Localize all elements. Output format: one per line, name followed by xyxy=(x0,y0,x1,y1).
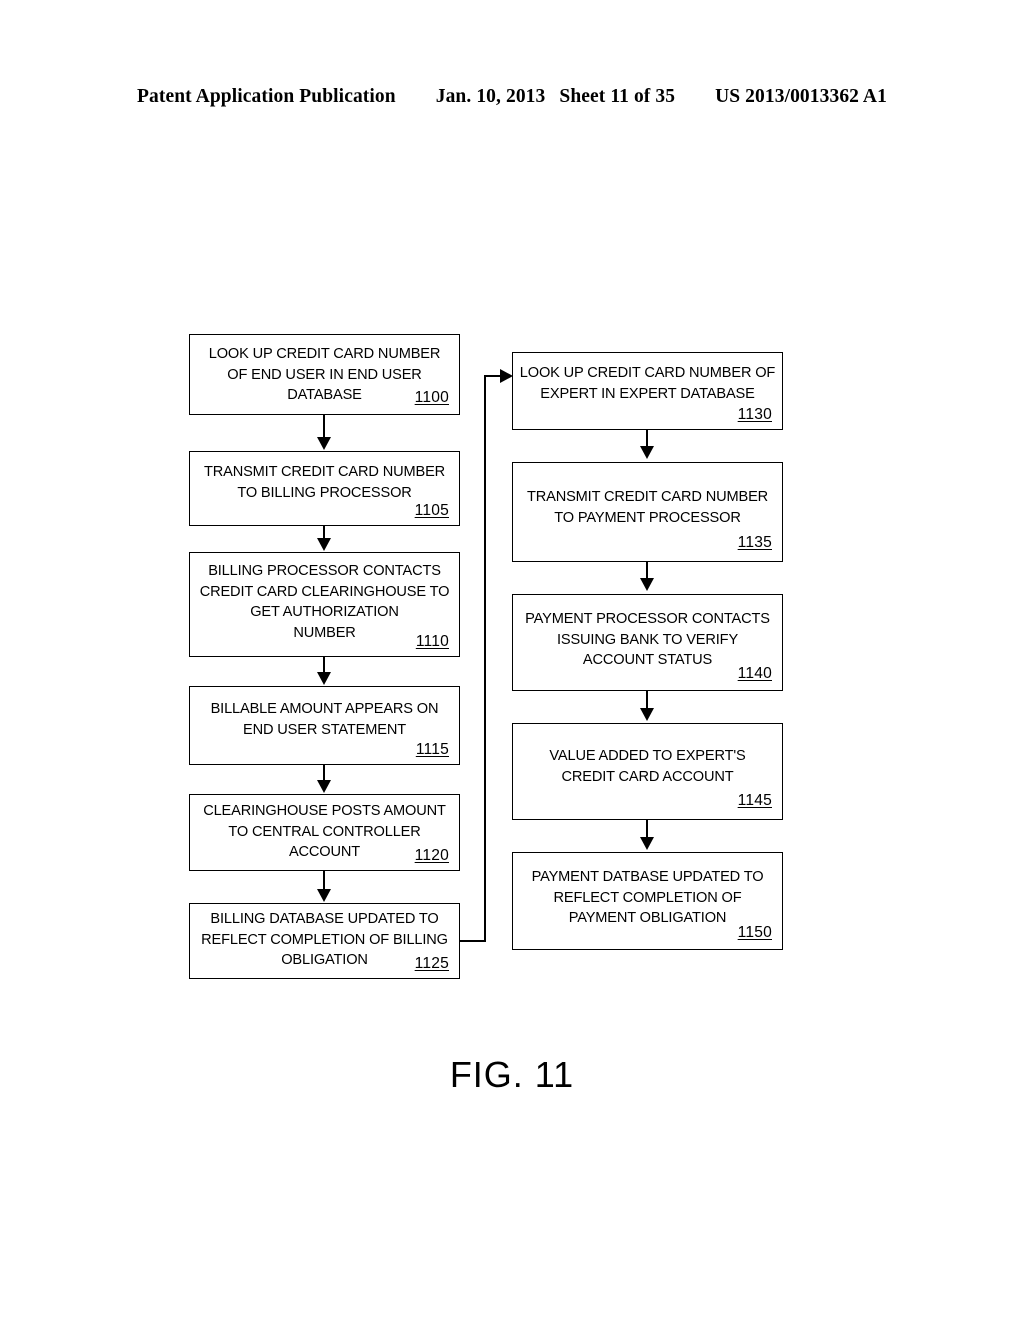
flow-node-1105-ref: 1105 xyxy=(414,502,449,519)
flow-node-1115-ref: 1115 xyxy=(415,741,449,758)
connector-1125-to-1130-segment-up xyxy=(484,375,486,941)
connector-1135-to-1140 xyxy=(646,562,648,579)
flow-node-1145-text: VALUE ADDED TO EXPERT'S CREDIT CARD ACCO… xyxy=(549,748,746,785)
arrowhead-1115-to-1120-icon xyxy=(317,780,331,793)
connector-1140-to-1145 xyxy=(646,691,648,708)
connector-1120-to-1125 xyxy=(323,871,325,891)
flow-node-1140: PAYMENT PROCESSOR CONTACTS ISSUING BANK … xyxy=(512,594,783,691)
connector-1145-to-1150 xyxy=(646,820,648,838)
arrowhead-1135-to-1140-icon xyxy=(640,578,654,591)
flow-node-1150: PAYMENT DATBASE UPDATED TO REFLECT COMPL… xyxy=(512,852,783,950)
flow-node-1135-text: TRANSMIT CREDIT CARD NUMBER TO PAYMENT P… xyxy=(526,489,769,526)
arrowhead-1110-to-1115-icon xyxy=(317,672,331,685)
arrowhead-1140-to-1145-icon xyxy=(640,708,654,721)
flow-node-1130-ref: 1130 xyxy=(737,406,772,423)
flow-node-1120-ref: 1120 xyxy=(414,847,449,864)
arrowhead-1130-to-1135-icon xyxy=(640,446,654,459)
flow-node-1110-ref: 1110 xyxy=(415,633,449,650)
connector-1125-to-1130-segment-right xyxy=(460,940,486,942)
figure-caption: FIG. 11 xyxy=(449,1054,575,1095)
connector-1100-to-1105 xyxy=(323,415,325,439)
arrowhead-1105-to-1110-icon xyxy=(317,538,331,551)
patent-figure-11: LOOK UP CREDIT CARD NUMBER OF END USER I… xyxy=(0,0,1024,1320)
flow-node-1135: TRANSMIT CREDIT CARD NUMBER TO PAYMENT P… xyxy=(512,462,783,562)
flow-node-1135-ref: 1135 xyxy=(737,534,772,551)
arrowhead-1100-to-1105-icon xyxy=(317,437,331,450)
flow-node-1105-text: TRANSMIT CREDIT CARD NUMBER TO BILLING P… xyxy=(203,464,446,501)
flow-node-1130-text: LOOK UP CREDIT CARD NUMBER OF EXPERT IN … xyxy=(519,365,776,402)
flow-node-1115-text: BILLABLE AMOUNT APPEARS ON END USER STAT… xyxy=(210,701,439,738)
flow-node-1150-ref: 1150 xyxy=(737,924,772,941)
flow-node-1100-ref: 1100 xyxy=(414,389,449,406)
flow-node-1140-ref: 1140 xyxy=(737,665,772,682)
flow-node-1150-text: PAYMENT DATBASE UPDATED TO REFLECT COMPL… xyxy=(531,869,764,926)
flow-node-1125: BILLING DATABASE UPDATED TO REFLECT COMP… xyxy=(189,903,460,979)
flow-node-1130: LOOK UP CREDIT CARD NUMBER OF EXPERT IN … xyxy=(512,352,783,430)
arrowhead-1145-to-1150-icon xyxy=(640,837,654,850)
flow-node-1140-text: PAYMENT PROCESSOR CONTACTS ISSUING BANK … xyxy=(525,611,770,668)
flow-node-1120: CLEARINGHOUSE POSTS AMOUNT TO CENTRAL CO… xyxy=(189,794,460,871)
flow-node-1105: TRANSMIT CREDIT CARD NUMBER TO BILLING P… xyxy=(189,451,460,526)
flow-node-1125-ref: 1125 xyxy=(414,955,449,972)
flow-node-1115: BILLABLE AMOUNT APPEARS ON END USER STAT… xyxy=(189,686,460,765)
flow-node-1110: BILLING PROCESSOR CONTACTS CREDIT CARD C… xyxy=(189,552,460,657)
arrowhead-1125-to-1130-icon xyxy=(500,369,513,383)
flow-node-1145: VALUE ADDED TO EXPERT'S CREDIT CARD ACCO… xyxy=(512,723,783,820)
flow-node-1145-ref: 1145 xyxy=(737,792,772,809)
arrowhead-1120-to-1125-icon xyxy=(317,889,331,902)
flow-node-1100: LOOK UP CREDIT CARD NUMBER OF END USER I… xyxy=(189,334,460,415)
flow-node-1110-text: BILLING PROCESSOR CONTACTS CREDIT CARD C… xyxy=(199,563,450,641)
